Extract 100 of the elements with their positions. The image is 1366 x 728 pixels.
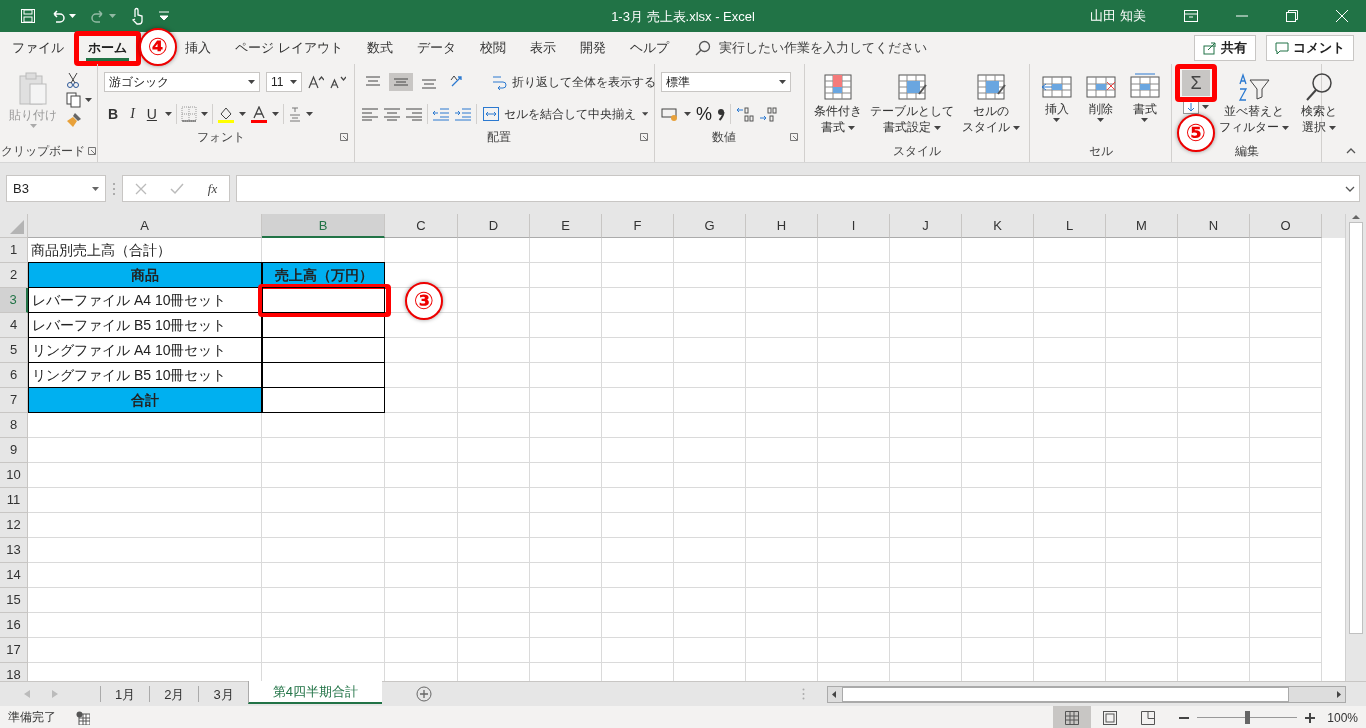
comment-button[interactable]: コメント	[1266, 35, 1354, 61]
caret-icon[interactable]	[934, 125, 941, 130]
column-header[interactable]: B	[262, 214, 385, 238]
caret-icon[interactable]	[248, 80, 255, 84]
caret-icon[interactable]	[1202, 105, 1209, 109]
close-icon[interactable]	[1336, 10, 1348, 22]
column-header[interactable]: F	[602, 214, 674, 238]
row-header[interactable]: 8	[0, 413, 28, 438]
insert-function-button[interactable]: fx	[207, 180, 218, 197]
dialog-launcher-icon[interactable]	[790, 133, 798, 141]
ribbon-tab[interactable]: ホーム	[76, 33, 139, 63]
style-button[interactable]: 条件付き 書式	[811, 70, 865, 140]
row-header[interactable]: 16	[0, 613, 28, 638]
column-header[interactable]: N	[1178, 214, 1250, 238]
horizontal-scrollbar[interactable]	[827, 685, 1346, 703]
column-header[interactable]: O	[1250, 214, 1322, 238]
row-header[interactable]: 7	[0, 388, 28, 413]
sheet-tab[interactable]: 1月	[100, 686, 150, 702]
formula-field[interactable]	[236, 175, 1360, 202]
tell-me-field[interactable]: 実行したい作業を入力してください	[718, 39, 927, 57]
cells-button[interactable]: 削除	[1081, 70, 1120, 140]
row-header[interactable]: 13	[0, 538, 28, 563]
decrease-decimal-icon[interactable]	[759, 106, 777, 122]
caret-icon[interactable]	[69, 14, 76, 18]
row-header[interactable]: 14	[0, 563, 28, 588]
row-header[interactable]: 5	[0, 338, 28, 363]
comma-style-icon[interactable]	[717, 107, 725, 121]
editing-button[interactable]: 並べ替えと フィルター	[1216, 70, 1292, 140]
caret-icon[interactable]	[684, 112, 691, 116]
font-size-field[interactable]: 11	[266, 72, 302, 92]
row-header[interactable]: 11	[0, 488, 28, 513]
number-format-field[interactable]: 標準	[661, 72, 791, 92]
row-header[interactable]: 12	[0, 513, 28, 538]
dialog-launcher-icon[interactable]	[640, 133, 648, 141]
increase-decimal-icon[interactable]	[736, 106, 754, 122]
add-sheet-icon[interactable]	[415, 686, 432, 702]
row-header[interactable]: 18	[0, 663, 28, 681]
row-header[interactable]: 3	[0, 288, 28, 313]
row-header[interactable]: 10	[0, 463, 28, 488]
caret-icon[interactable]	[305, 112, 313, 116]
zoom-level[interactable]: 100%	[1327, 710, 1358, 725]
zoom-in-icon[interactable]	[1305, 712, 1316, 723]
dialog-launcher-icon[interactable]	[340, 133, 348, 141]
vertical-scrollbar[interactable]	[1345, 214, 1366, 681]
row-header[interactable]: 4	[0, 313, 28, 338]
share-button[interactable]: 共有	[1194, 35, 1256, 61]
row-header[interactable]: 2	[0, 263, 28, 288]
column-header[interactable]: C	[385, 214, 458, 238]
macro-record-icon[interactable]	[76, 710, 90, 725]
caret-icon[interactable]	[1097, 118, 1104, 123]
caret-icon[interactable]	[848, 125, 855, 130]
caret-icon[interactable]	[1329, 125, 1336, 130]
row-header[interactable]: 17	[0, 638, 28, 663]
restore-icon[interactable]	[1286, 10, 1298, 22]
column-header[interactable]: L	[1034, 214, 1106, 238]
ribbon-tab[interactable]: ファイル	[0, 33, 76, 63]
italic-button[interactable]: I	[126, 104, 139, 124]
ribbon-tab[interactable]: 表示	[517, 33, 568, 63]
caret-icon[interactable]	[779, 80, 786, 84]
bold-button[interactable]: B	[104, 104, 123, 124]
column-header[interactable]: H	[746, 214, 818, 238]
touch-mode-icon[interactable]	[130, 7, 144, 25]
caret-icon[interactable]	[164, 112, 172, 116]
caret-icon[interactable]	[1141, 118, 1148, 123]
style-button[interactable]: テーブルとして 書式設定	[867, 70, 957, 140]
caret-icon[interactable]	[1013, 125, 1020, 130]
style-button[interactable]: セルの スタイル	[959, 70, 1023, 140]
wrap-text-button[interactable]: 折り返して全体を表示する	[489, 72, 658, 92]
ribbon-tab[interactable]: 校閲	[467, 33, 518, 63]
ribbon-tab[interactable]: データ	[404, 33, 468, 63]
column-header[interactable]: I	[818, 214, 890, 238]
merge-center-button[interactable]: セルを結合して中央揃え	[480, 104, 638, 124]
font-color-icon[interactable]	[249, 105, 268, 123]
dialog-launcher-icon[interactable]	[88, 147, 96, 155]
normal-view-button[interactable]	[1053, 706, 1092, 728]
shrink-font-icon[interactable]	[330, 75, 346, 89]
caret-icon[interactable]	[85, 98, 92, 102]
row-header[interactable]: 15	[0, 588, 28, 613]
caret-icon[interactable]	[238, 112, 246, 116]
editing-button[interactable]: 検索と 選択	[1298, 70, 1340, 140]
sheet-tab[interactable]: 第4四半期合計	[247, 681, 382, 704]
fill-color-icon[interactable]	[216, 105, 235, 123]
cells-button[interactable]: 書式	[1125, 70, 1164, 140]
ribbon-tab[interactable]: ヘルプ	[617, 33, 681, 63]
ribbon-display-icon[interactable]	[1184, 10, 1198, 22]
caret-icon[interactable]	[1282, 125, 1289, 130]
caret-icon[interactable]	[1053, 118, 1060, 123]
column-header[interactable]: G	[674, 214, 746, 238]
caret-icon[interactable]	[290, 80, 297, 84]
caret-icon[interactable]	[641, 112, 648, 116]
caret-icon[interactable]	[271, 112, 279, 116]
caret-icon[interactable]	[200, 112, 208, 116]
scroll-up-icon[interactable]	[1351, 214, 1361, 220]
row-header[interactable]: 9	[0, 438, 28, 463]
autosum-button[interactable]: Σ	[1182, 70, 1210, 96]
ribbon-tab[interactable]: 開発	[567, 33, 618, 63]
sheet-tab[interactable]: 3月	[198, 686, 248, 702]
ribbon-tab[interactable]: ページ レイアウト	[223, 33, 355, 63]
search-icon[interactable]	[694, 40, 711, 56]
brush-icon[interactable]	[66, 112, 82, 128]
